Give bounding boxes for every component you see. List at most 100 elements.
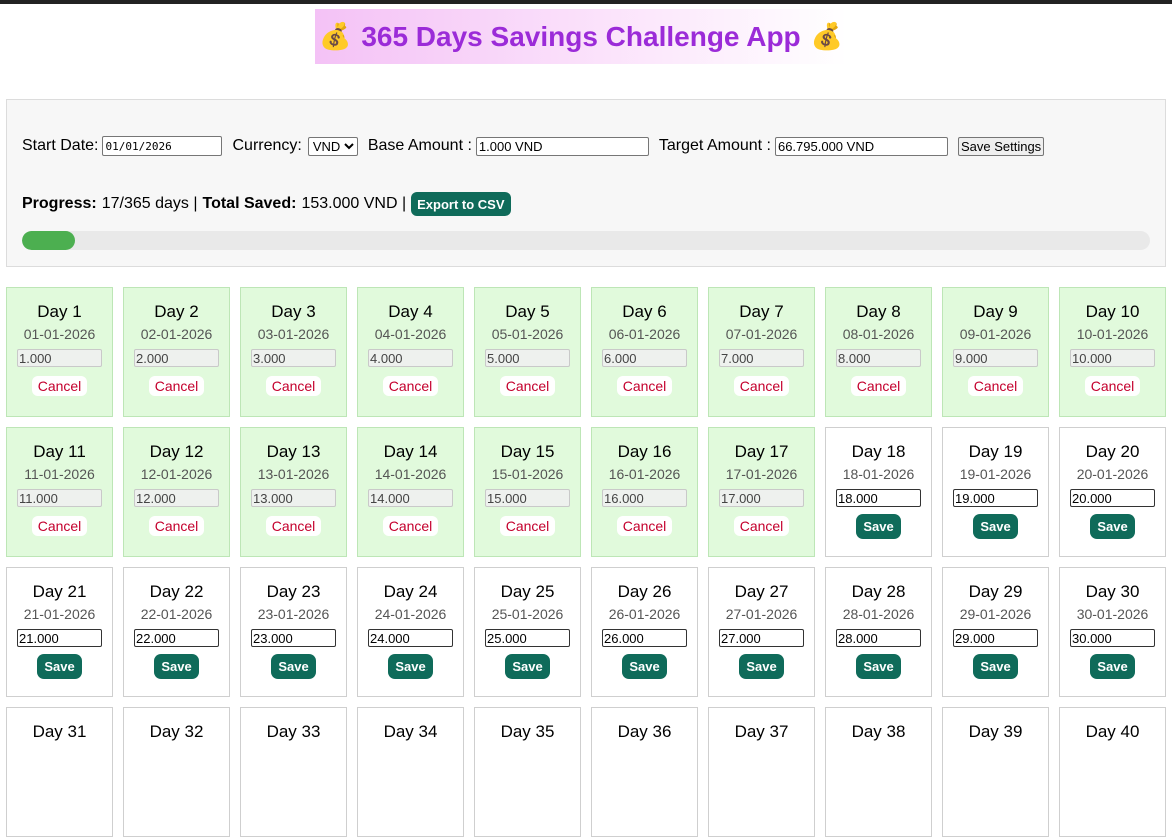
day-date: 13-01-2026 <box>257 466 330 482</box>
day-date: 11-01-2026 <box>24 466 95 482</box>
save-button[interactable]: Save <box>739 654 784 679</box>
save-button[interactable]: Save <box>1090 654 1135 679</box>
day-label: Day 4 <box>388 302 433 321</box>
save-button[interactable]: Save <box>856 514 901 539</box>
settings-row: Start Date: Currency: VND Base Amount : … <box>22 136 1045 156</box>
cancel-button[interactable]: Cancel <box>148 516 205 536</box>
day-label: Day 8 <box>856 302 901 321</box>
target-amount-input[interactable] <box>774 136 948 156</box>
save-button[interactable]: Save <box>973 654 1018 679</box>
day-date: 16-01-2026 <box>608 466 681 482</box>
save-settings-button[interactable]: Save Settings <box>957 136 1045 156</box>
cancel-button[interactable]: Cancel <box>967 376 1024 396</box>
cancel-button[interactable]: Cancel <box>1084 376 1141 396</box>
day-label: Day 38 <box>851 722 906 741</box>
save-button[interactable]: Save <box>388 654 433 679</box>
day-label: Day 24 <box>383 582 438 601</box>
export-csv-button[interactable]: Export to CSV <box>411 192 511 216</box>
day-label: Day 26 <box>617 582 672 601</box>
cancel-button[interactable]: Cancel <box>616 376 673 396</box>
day-label: Day 30 <box>1085 582 1140 601</box>
day-amount-input <box>1070 349 1155 367</box>
day-label: Day 3 <box>271 302 316 321</box>
day-amount-input[interactable] <box>953 629 1038 647</box>
day-amount-input[interactable] <box>251 629 336 647</box>
day-label: Day 31 <box>32 722 87 741</box>
day-label: Day 14 <box>383 442 438 461</box>
total-saved-text: 153.000 VND | <box>301 195 407 212</box>
day-card: Day 27 27-01-2026 Save <box>708 567 815 697</box>
day-label: Day 1 <box>37 302 82 321</box>
day-amount-input[interactable] <box>602 629 687 647</box>
cancel-button[interactable]: Cancel <box>382 516 439 536</box>
cancel-button[interactable]: Cancel <box>265 376 322 396</box>
day-amount-input[interactable] <box>719 629 804 647</box>
day-card: Day 24 24-01-2026 Save <box>357 567 464 697</box>
day-amount-input <box>368 489 453 507</box>
day-date: 21-01-2026 <box>23 606 96 622</box>
save-button[interactable]: Save <box>856 654 901 679</box>
day-card: Day 20 20-01-2026 Save <box>1059 427 1166 557</box>
cancel-button[interactable]: Cancel <box>499 516 556 536</box>
save-button[interactable]: Save <box>271 654 316 679</box>
day-amount-input[interactable] <box>836 489 921 507</box>
day-card: Day 25 25-01-2026 Save <box>474 567 581 697</box>
day-label: Day 39 <box>968 722 1023 741</box>
save-button[interactable]: Save <box>37 654 82 679</box>
day-card: Day 26 26-01-2026 Save <box>591 567 698 697</box>
day-label: Day 35 <box>500 722 555 741</box>
day-amount-input[interactable] <box>1070 629 1155 647</box>
day-card: Day 3 03-01-2026 Cancel <box>240 287 347 417</box>
day-date: 22-01-2026 <box>140 606 213 622</box>
day-amount-input <box>17 349 102 367</box>
day-amount-input[interactable] <box>485 629 570 647</box>
day-card: Day 7 07-01-2026 Cancel <box>708 287 815 417</box>
cancel-button[interactable]: Cancel <box>733 376 790 396</box>
cancel-button[interactable]: Cancel <box>382 376 439 396</box>
day-card: Day 14 14-01-2026 Cancel <box>357 427 464 557</box>
day-label: Day 33 <box>266 722 321 741</box>
cancel-button[interactable]: Cancel <box>31 376 88 396</box>
save-button[interactable]: Save <box>505 654 550 679</box>
cancel-button[interactable]: Cancel <box>499 376 556 396</box>
base-amount-input[interactable] <box>475 136 649 156</box>
cancel-button[interactable]: Cancel <box>31 516 88 536</box>
day-label: Day 13 <box>266 442 321 461</box>
save-button[interactable]: Save <box>154 654 199 679</box>
day-date: 28-01-2026 <box>842 606 915 622</box>
day-amount-input[interactable] <box>17 629 102 647</box>
start-date-input[interactable] <box>102 136 223 156</box>
day-label: Day 5 <box>505 302 550 321</box>
day-date: 19-01-2026 <box>959 466 1032 482</box>
progress-text: 17/365 days | <box>101 195 198 212</box>
day-amount-input[interactable] <box>953 489 1038 507</box>
cancel-button[interactable]: Cancel <box>148 376 205 396</box>
day-amount-input <box>602 489 687 507</box>
progress-label: Progress: <box>22 195 97 212</box>
day-card: Day 36 <box>591 707 698 837</box>
day-date: 27-01-2026 <box>725 606 798 622</box>
day-date: 04-01-2026 <box>374 326 447 342</box>
save-button[interactable]: Save <box>1090 514 1135 539</box>
day-date: 10-01-2026 <box>1076 326 1149 342</box>
money-bag-icon: 💰 <box>318 21 352 51</box>
save-button[interactable]: Save <box>973 514 1018 539</box>
cancel-button[interactable]: Cancel <box>616 516 673 536</box>
day-date: 12-01-2026 <box>140 466 213 482</box>
cancel-button[interactable]: Cancel <box>850 376 907 396</box>
day-amount-input <box>251 349 336 367</box>
day-amount-input[interactable] <box>1070 489 1155 507</box>
day-amount-input[interactable] <box>368 629 453 647</box>
day-label: Day 27 <box>734 582 789 601</box>
day-amount-input[interactable] <box>836 629 921 647</box>
day-amount-input[interactable] <box>134 629 219 647</box>
progress-bar <box>22 231 1150 250</box>
currency-select[interactable]: VND <box>307 136 358 156</box>
cancel-button[interactable]: Cancel <box>265 516 322 536</box>
day-date: 15-01-2026 <box>491 466 564 482</box>
cancel-button[interactable]: Cancel <box>733 516 790 536</box>
day-amount-input <box>602 349 687 367</box>
day-date: 17-01-2026 <box>725 466 798 482</box>
save-button[interactable]: Save <box>622 654 667 679</box>
day-label: Day 37 <box>734 722 789 741</box>
